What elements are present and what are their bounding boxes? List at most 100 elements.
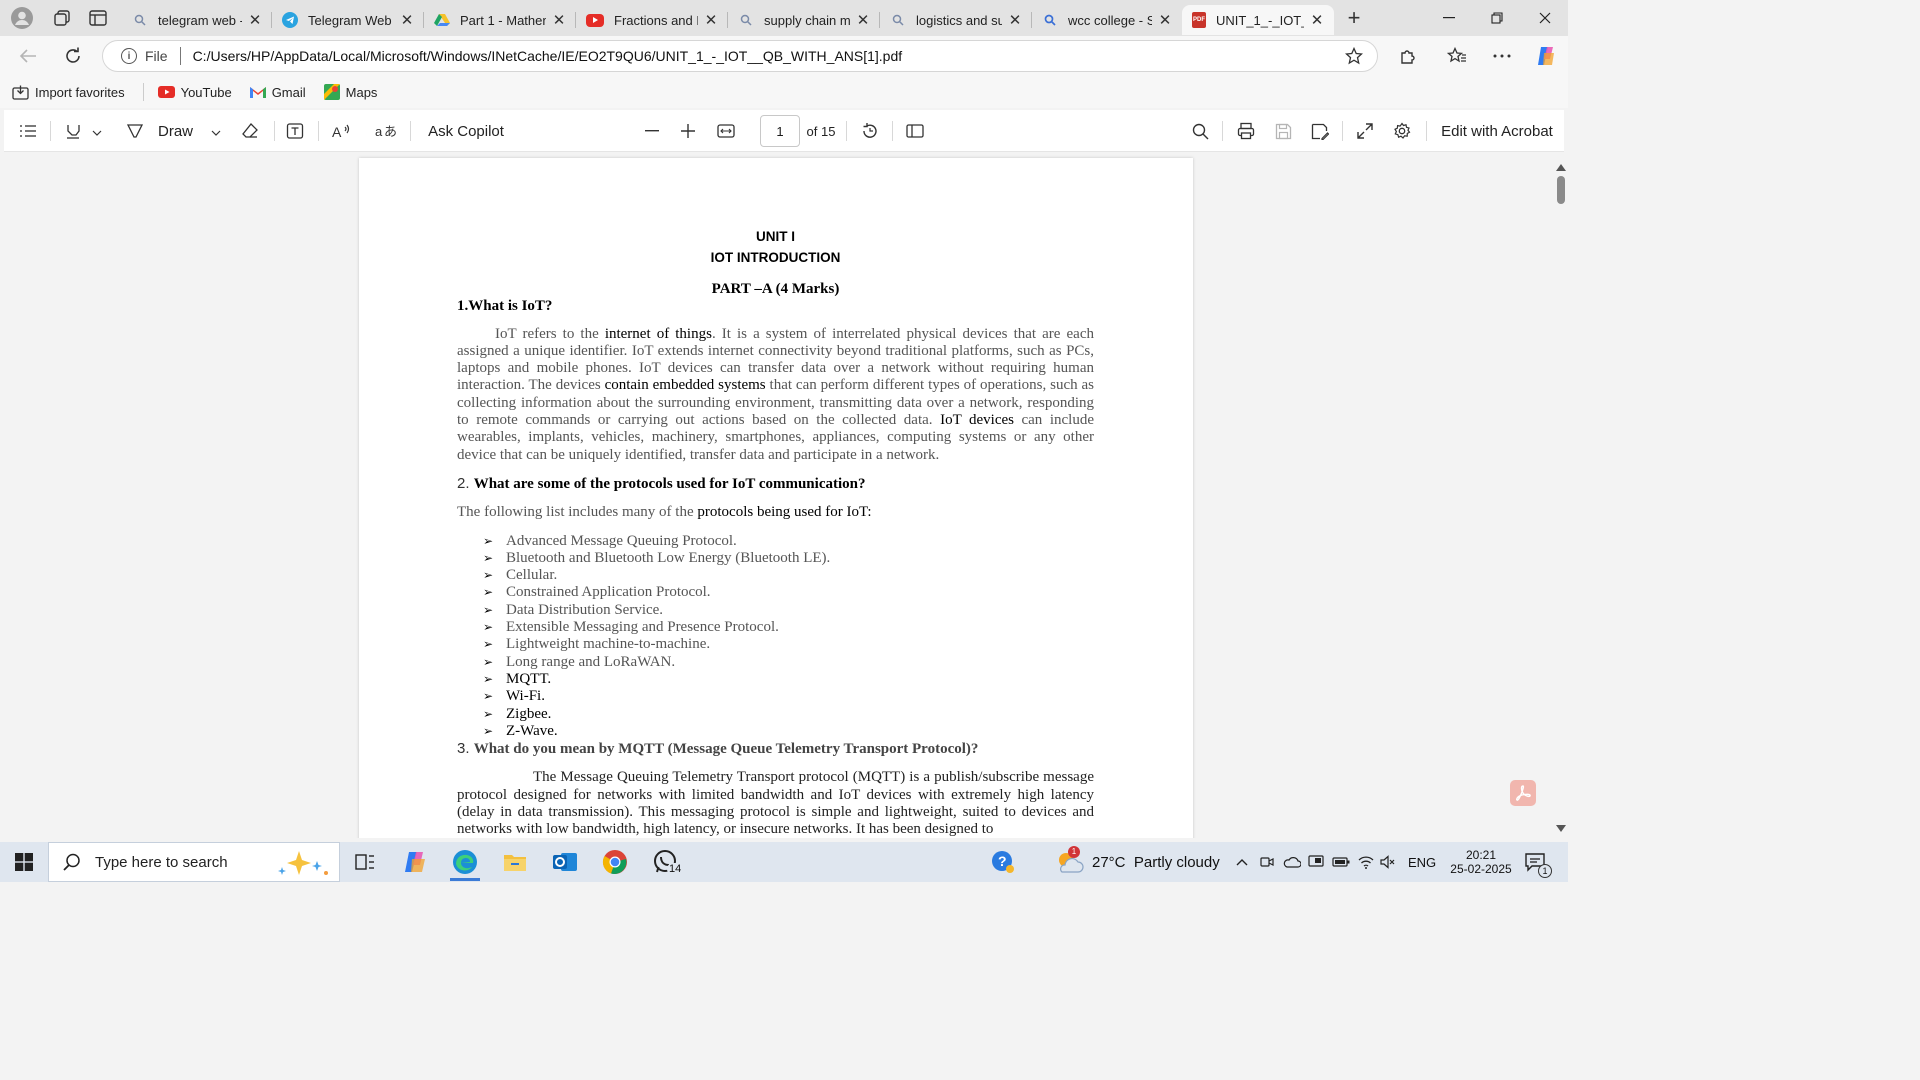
settings-gear-icon[interactable] (1388, 117, 1416, 145)
close-icon[interactable]: ✕ (1156, 11, 1174, 29)
full-screen-icon[interactable] (1351, 117, 1379, 145)
outlook-icon[interactable] (540, 842, 590, 882)
scrollbar[interactable] (1552, 152, 1568, 838)
info-icon[interactable]: i (121, 48, 137, 64)
close-icon[interactable]: ✕ (398, 11, 416, 29)
favorites-icon[interactable] (1441, 42, 1473, 70)
answer-1-keyword: IoT devices (940, 412, 1014, 429)
onedrive-icon[interactable] (1283, 842, 1301, 882)
question-3: 3. What do you mean by MQTT (Message Que… (457, 740, 1094, 758)
find-icon[interactable] (1186, 117, 1214, 145)
display-icon[interactable] (1308, 842, 1324, 882)
question-2-text: What are some of the protocols used for … (473, 475, 866, 492)
file-explorer-icon[interactable] (490, 842, 540, 882)
chrome-icon[interactable] (590, 842, 640, 882)
minimize-button[interactable] (1426, 0, 1472, 36)
acrobat-icon[interactable] (1510, 780, 1536, 806)
more-options-icon[interactable] (1486, 42, 1518, 70)
ask-copilot-button[interactable]: Ask Copilot (424, 117, 508, 145)
page-view-icon[interactable] (901, 117, 929, 145)
close-window-button[interactable] (1522, 0, 1568, 36)
refresh-button[interactable] (57, 42, 89, 70)
read-aloud-icon[interactable]: A (328, 117, 356, 145)
favorite-youtube[interactable]: YouTube (157, 85, 232, 100)
browser-tab[interactable]: wcc college - Se ✕ (1032, 5, 1182, 35)
contents-icon[interactable] (14, 117, 42, 145)
close-icon[interactable]: ✕ (1308, 11, 1326, 29)
start-button[interactable] (0, 842, 48, 882)
taskbar-search-box[interactable]: Type here to search (48, 842, 340, 882)
list-item: ➢ Advanced Message Queuing Protocol. (483, 532, 737, 549)
tab-actions-icon[interactable] (80, 0, 116, 36)
meet-icon[interactable] (1260, 842, 1274, 882)
favorite-star-icon[interactable] (1344, 46, 1364, 68)
close-icon[interactable]: ✕ (854, 11, 872, 29)
highlight-button[interactable] (58, 117, 108, 145)
edge-app-icon[interactable] (440, 842, 490, 882)
browser-tab[interactable]: Telegram Web ✕ (272, 5, 424, 35)
rotate-icon[interactable] (856, 117, 884, 145)
browser-tab[interactable]: logistics and sup ✕ (880, 5, 1032, 35)
favorite-maps[interactable]: Maps (323, 84, 377, 100)
favorites-bar: Import favorites YouTube Gmail Maps (0, 76, 1568, 108)
new-tab-button[interactable]: + (1334, 0, 1374, 36)
svg-text:a: a (375, 124, 383, 139)
protocol-text: Bluetooth and Bluetooth Low Energy (Blue… (506, 549, 831, 566)
tab-title: supply chain ma (764, 12, 850, 28)
draw-button[interactable]: Draw (126, 117, 226, 145)
show-hidden-icons[interactable] (1236, 842, 1248, 882)
language-indicator[interactable]: ENG (1408, 842, 1436, 882)
list-item: ➢ Wi-Fi. (483, 688, 545, 705)
wifi-icon[interactable] (1358, 842, 1374, 882)
battery-icon[interactable] (1332, 842, 1350, 882)
restore-button[interactable] (1474, 0, 1520, 36)
workspaces-icon[interactable] (44, 0, 80, 36)
address-bar[interactable]: i File C:/Users/HP/AppData/Local/Microso… (102, 40, 1378, 72)
notification-center-icon[interactable]: 1 (1524, 842, 1552, 882)
zoom-in-button[interactable] (674, 117, 702, 145)
whatsapp-icon[interactable]: 14 (640, 842, 690, 882)
protocol-list: ➢ Advanced Message Queuing Protocol. ➢ Blu… (483, 533, 1094, 741)
zoom-out-button[interactable] (638, 117, 666, 145)
browser-tab[interactable]: telegram web - S ✕ (122, 5, 272, 35)
close-icon[interactable]: ✕ (550, 11, 568, 29)
save-icon[interactable] (1269, 117, 1297, 145)
back-button[interactable] (12, 42, 44, 70)
translate-icon[interactable]: aあ (372, 117, 400, 145)
browser-tab[interactable]: Fractions and De ✕ (576, 5, 728, 35)
extensions-icon[interactable] (1392, 42, 1424, 70)
document-content: UNIT I IOT INTRODUCTION PART –A (4 Marks… (457, 226, 1094, 838)
scrollbar-thumb[interactable] (1557, 176, 1565, 204)
task-view-icon[interactable] (340, 842, 390, 882)
profile-icon[interactable] (0, 0, 44, 36)
protocol-text: Wi-Fi. (506, 688, 545, 705)
browser-tab[interactable]: Part 1 - Mathem ✕ (424, 5, 576, 35)
fit-to-width-icon[interactable] (712, 117, 740, 145)
close-icon[interactable]: ✕ (246, 11, 264, 29)
copilot-app-icon[interactable] (390, 842, 440, 882)
page-number-input[interactable]: 1 (760, 115, 800, 147)
scroll-up-icon[interactable] (1556, 158, 1566, 176)
close-icon[interactable]: ✕ (702, 11, 720, 29)
volume-muted-icon[interactable] (1380, 842, 1396, 882)
browser-tab-active[interactable]: PDF UNIT_1_-_IOT_C ✕ (1182, 5, 1334, 35)
url-text[interactable]: C:/Users/HP/AppData/Local/Microsoft/Wind… (193, 48, 903, 64)
copilot-icon[interactable] (1530, 42, 1562, 70)
scroll-down-icon[interactable] (1556, 819, 1566, 837)
clock[interactable]: 20:21 25-02-2025 (1450, 842, 1512, 882)
taskbar: Type here to search 14 ? 1 27°C Partly c… (0, 842, 1568, 882)
import-favorites-link[interactable]: Import favorites (12, 85, 125, 100)
favorite-label: Gmail (271, 84, 306, 100)
tab-strip: telegram web - S ✕ Telegram Web ✕ Part 1… (0, 0, 1568, 36)
help-icon[interactable]: ? (990, 842, 1016, 882)
browser-tab[interactable]: supply chain ma ✕ (728, 5, 880, 35)
text-box-icon[interactable] (281, 117, 309, 145)
edit-with-acrobat-button[interactable]: Edit with Acrobat (1436, 117, 1558, 145)
eraser-icon[interactable] (236, 117, 264, 145)
favorite-gmail[interactable]: Gmail (249, 84, 306, 100)
print-icon[interactable] (1232, 117, 1260, 145)
save-as-icon[interactable] (1306, 117, 1334, 145)
protocol-text: Long range and LoRaWAN. (506, 653, 676, 670)
close-icon[interactable]: ✕ (1006, 11, 1024, 29)
weather-widget[interactable]: 1 27°C Partly cloudy (1054, 842, 1220, 882)
